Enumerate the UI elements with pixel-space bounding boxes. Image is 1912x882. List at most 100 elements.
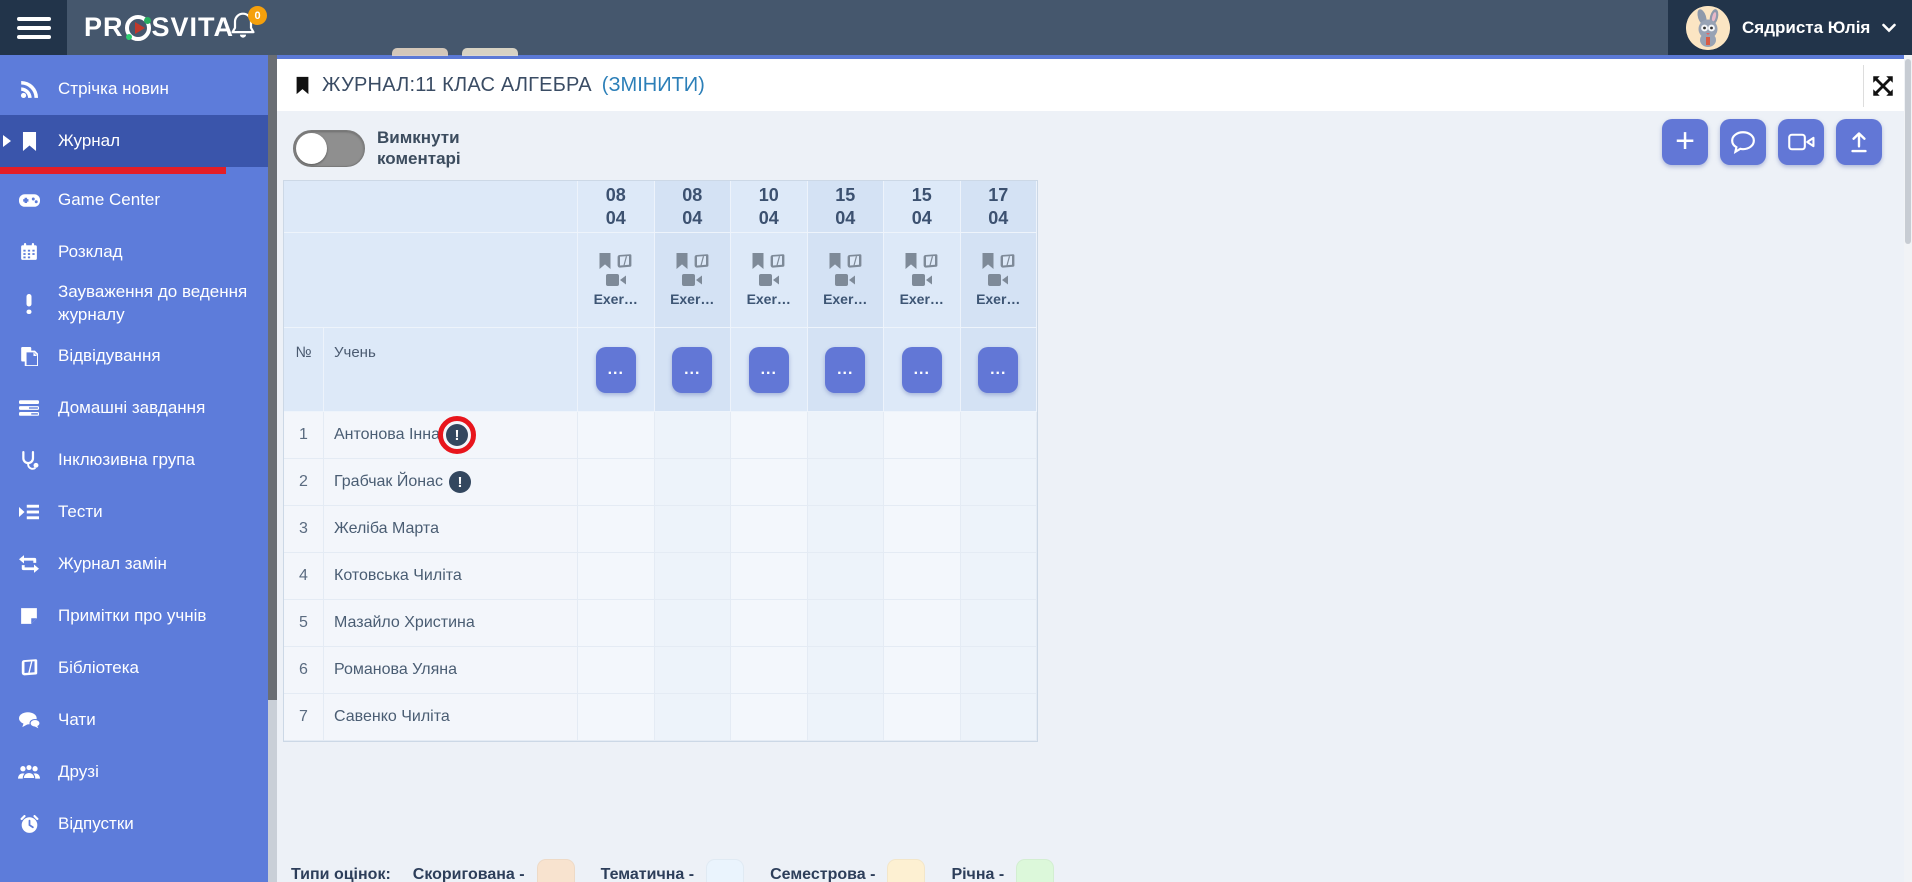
fullscreen-button[interactable] — [1870, 73, 1896, 99]
edit-journal-link[interactable]: (ЗМІНИТИ) — [602, 74, 705, 97]
lesson-cell[interactable]: Exer… — [578, 233, 655, 328]
lesson-cell[interactable]: Exer… — [655, 233, 732, 328]
grade-cell[interactable] — [808, 412, 885, 459]
grade-cell[interactable] — [808, 506, 885, 553]
date-column-header: 08 04 — [578, 181, 655, 233]
sidebar-item-inclusive-group[interactable]: Інклюзивна група — [0, 434, 268, 486]
date-day: 08 — [682, 184, 702, 207]
student-number: 5 — [284, 600, 324, 647]
grade-cell[interactable] — [884, 506, 961, 553]
upload-button[interactable] — [1836, 119, 1882, 165]
inner-scrollbar[interactable] — [268, 55, 277, 882]
grade-cell[interactable] — [961, 600, 1038, 647]
sidebar-item-homework[interactable]: Домашні завдання — [0, 382, 268, 434]
grade-cell[interactable] — [961, 412, 1038, 459]
lesson-title: Exer… — [594, 291, 638, 307]
video-call-button[interactable] — [1778, 119, 1824, 165]
sidebar-item-substitution-journal[interactable]: Журнал замін — [0, 538, 268, 590]
grade-cell[interactable] — [731, 600, 808, 647]
grade-cell[interactable] — [731, 459, 808, 506]
sidebar-item-tests[interactable]: Тести — [0, 486, 268, 538]
grade-cell[interactable] — [578, 459, 655, 506]
sidebar-item-journal-remarks[interactable]: Зауваження до ведення журналу — [0, 278, 268, 330]
grade-cell[interactable] — [578, 600, 655, 647]
sidebar-item-vacations[interactable]: Відпустки — [0, 798, 268, 850]
grade-cell[interactable] — [731, 694, 808, 741]
grade-cell[interactable] — [655, 600, 732, 647]
student-number: 6 — [284, 647, 324, 694]
sidebar-item-library[interactable]: Бібліотека — [0, 642, 268, 694]
grade-cell[interactable] — [961, 506, 1038, 553]
lesson-cell[interactable]: Exer… — [884, 233, 961, 328]
grade-cell[interactable] — [578, 694, 655, 741]
sidebar-item-news-feed[interactable]: Стрічка новин — [0, 63, 268, 115]
column-menu-button[interactable]: ... — [672, 347, 712, 393]
grade-cell[interactable] — [961, 647, 1038, 694]
lesson-cell[interactable]: Exer… — [808, 233, 885, 328]
grade-cell[interactable] — [731, 506, 808, 553]
grade-cell[interactable] — [578, 506, 655, 553]
sidebar-item-journal[interactable]: Журнал — [0, 115, 268, 167]
student-alert-badge[interactable]: ! — [449, 471, 471, 493]
student-name: Мазайло Христина — [334, 614, 475, 632]
grade-cell[interactable] — [578, 553, 655, 600]
sidebar-item-friends[interactable]: Друзі — [0, 746, 268, 798]
comments-button[interactable] — [1720, 119, 1766, 165]
page-scrollbar[interactable] — [1904, 55, 1912, 882]
grade-cell[interactable] — [731, 412, 808, 459]
column-menu-button[interactable]: ... — [596, 347, 636, 393]
sidebar-item-attendance[interactable]: Відвідування — [0, 330, 268, 382]
grade-cell[interactable] — [884, 553, 961, 600]
grade-cell[interactable] — [961, 694, 1038, 741]
grade-cell[interactable] — [884, 600, 961, 647]
grade-cell[interactable] — [578, 647, 655, 694]
sidebar-item-chats[interactable]: Чати — [0, 694, 268, 746]
lesson-cell[interactable]: Exer… — [731, 233, 808, 328]
grade-cell[interactable] — [655, 459, 732, 506]
swap-icon — [0, 555, 58, 573]
notifications-button[interactable]: 0 — [228, 10, 272, 50]
grade-cell[interactable] — [884, 412, 961, 459]
grade-cell[interactable] — [884, 459, 961, 506]
grade-cell[interactable] — [808, 694, 885, 741]
grade-cell[interactable] — [808, 459, 885, 506]
inner-scrollbar-thumb[interactable] — [268, 55, 277, 700]
sidebar-item-label: Зауваження до ведення журналу — [58, 281, 268, 327]
column-menu-button[interactable]: ... — [902, 347, 942, 393]
grade-cell[interactable] — [655, 647, 732, 694]
date-day: 10 — [759, 184, 779, 207]
grade-cell[interactable] — [655, 553, 732, 600]
grade-cell[interactable] — [655, 412, 732, 459]
user-menu[interactable]: Сядриста Юлія — [1668, 0, 1912, 55]
grade-cell[interactable] — [731, 553, 808, 600]
friends-icon — [0, 764, 58, 780]
add-column-button[interactable]: + — [1662, 119, 1708, 165]
column-menu-button[interactable]: ... — [749, 347, 789, 393]
grade-cell[interactable] — [655, 506, 732, 553]
date-month: 04 — [682, 207, 702, 230]
lesson-cell[interactable]: Exer… — [961, 233, 1038, 328]
sidebar-item-schedule[interactable]: Розклад — [0, 226, 268, 278]
journal-card: ЖУРНАЛ:11 КЛАС АЛГЕБРА (ЗМІНИТИ) Вимкнут… — [277, 55, 1904, 882]
grade-cell[interactable] — [884, 647, 961, 694]
page-scrollbar-thumb[interactable] — [1905, 59, 1911, 244]
grade-cell[interactable] — [578, 412, 655, 459]
grade-cell[interactable] — [655, 694, 732, 741]
sidebar-item-student-notes[interactable]: Примітки про учнів — [0, 590, 268, 642]
grade-cell[interactable] — [808, 600, 885, 647]
divider — [1863, 65, 1864, 107]
grade-cell[interactable] — [961, 553, 1038, 600]
column-menu-button[interactable]: ... — [825, 347, 865, 393]
grade-cell[interactable] — [961, 459, 1038, 506]
comments-toggle[interactable] — [293, 130, 365, 167]
student-name: Котовська Чиліта — [334, 567, 462, 585]
grade-cell[interactable] — [884, 694, 961, 741]
student-alert-badge[interactable]: ! — [446, 424, 468, 446]
grade-cell[interactable] — [731, 647, 808, 694]
comments-toggle-label: Вимкнути коментарі — [377, 127, 461, 170]
grade-cell[interactable] — [808, 553, 885, 600]
sidebar-item-game-center[interactable]: Game Center — [0, 174, 268, 226]
column-menu-button[interactable]: ... — [978, 347, 1018, 393]
grade-cell[interactable] — [808, 647, 885, 694]
hamburger-menu-button[interactable] — [0, 0, 67, 55]
